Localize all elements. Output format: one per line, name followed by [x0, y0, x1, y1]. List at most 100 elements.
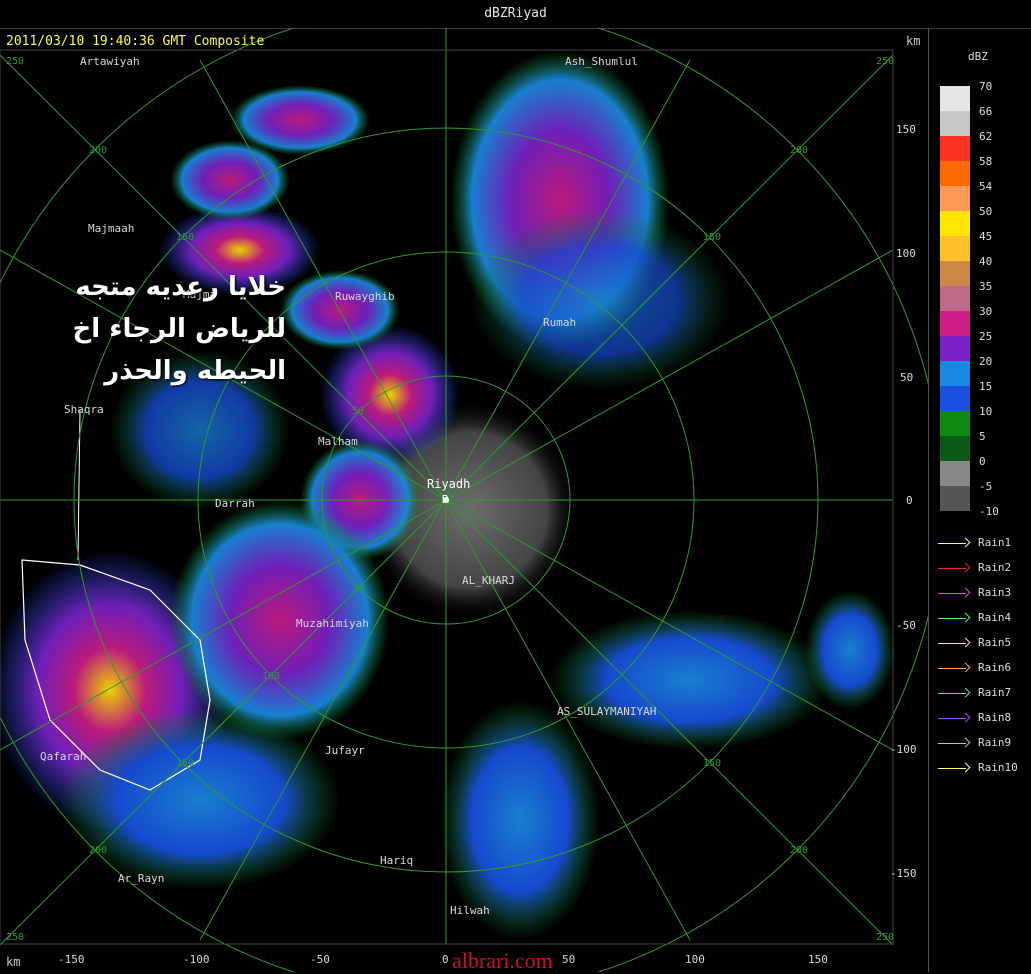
x-tick: -50 [310, 953, 330, 966]
ring-label-100: 100 [262, 671, 281, 682]
rain-legend-label: Rain4 [978, 611, 1012, 624]
corner-range-sw: 250 [6, 932, 25, 943]
ring-label-50b: 50 [353, 584, 366, 595]
rain-track-legend: Rain1 Rain2 Rain3 Rain4 Rain5 Rain6 Rain7 Rain8… [938, 530, 1018, 780]
rain-legend-item[interactable]: Rain2 [938, 555, 1018, 580]
dbz-scale-label: 62 [979, 130, 993, 143]
dbz-swatch-58 [940, 161, 970, 186]
y-tick: 50 [900, 371, 914, 384]
place-malham[interactable]: Malham [318, 435, 358, 448]
dbz-scale-label: 30 [979, 305, 993, 318]
dbz-swatch-25 [940, 336, 970, 361]
dbz-scale-label: -5 [979, 480, 993, 493]
dbz-swatch-54 [940, 186, 970, 211]
dbz-scale-label: 58 [979, 155, 993, 168]
km-unit-bottom: km [6, 955, 21, 969]
arrow-right-icon [938, 712, 972, 724]
dbz-swatch-15 [940, 386, 970, 411]
dbz-scale-label: 54 [979, 180, 993, 193]
place-ruwayghib[interactable]: Ruwayghib [335, 290, 395, 303]
dbz-scale-label: 20 [979, 355, 993, 368]
dbz-scale-label: 10 [979, 405, 993, 418]
ring-label-200c: 200 [89, 845, 108, 856]
x-tick: 150 [808, 953, 828, 966]
watermark: albrari.com [452, 948, 553, 973]
corner-range-nw: 250 [6, 56, 25, 67]
place-riyadh[interactable]: Riyadh [427, 477, 470, 491]
annotation-line: للرياض الرجاء اخ [72, 314, 286, 344]
ring-label-200b: 200 [790, 145, 809, 156]
rain-legend-label: Rain1 [978, 536, 1012, 549]
dbz-scale-label: 66 [979, 105, 993, 118]
radar-map[interactable] [0, 28, 928, 972]
panel-divider [928, 28, 929, 972]
rain-legend-item[interactable]: Rain6 [938, 655, 1018, 680]
dbz-scale-label: 5 [979, 430, 986, 443]
dbz-scale-labels: 70 66 62 58 54 50 45 40 35 30 25 20 15 10 5 0 -5 -10 [979, 80, 999, 530]
place-jufayr[interactable]: Jufayr [325, 744, 365, 757]
dbz-scale-label: 45 [979, 230, 993, 243]
y-tick: 150 [896, 123, 916, 136]
place-ar-rayn[interactable]: Ar_Rayn [118, 872, 164, 885]
arrow-right-icon [938, 737, 972, 749]
place-majmaah[interactable]: Majmaah [88, 222, 134, 235]
dbz-scale-label: 40 [979, 255, 993, 268]
rain-legend-item[interactable]: Rain7 [938, 680, 1018, 705]
dbz-swatch-30 [940, 311, 970, 336]
km-unit-top: km [906, 34, 921, 48]
place-hilwah[interactable]: Hilwah [450, 904, 490, 917]
rain-legend-item[interactable]: Rain5 [938, 630, 1018, 655]
arrow-right-icon [938, 762, 972, 774]
arrow-right-icon [938, 562, 972, 574]
place-artawiyah[interactable]: Artawiyah [80, 55, 140, 68]
x-tick: 100 [685, 953, 705, 966]
place-qafarah[interactable]: Qafarah [40, 750, 86, 763]
dbz-scale-label: 50 [979, 205, 993, 218]
rain-legend-item[interactable]: Rain8 [938, 705, 1018, 730]
rain-legend-label: Rain7 [978, 686, 1012, 699]
rain-legend-item[interactable]: Rain10 [938, 755, 1018, 780]
ring-label-150c: 150 [703, 232, 722, 243]
rain-legend-item[interactable]: Rain4 [938, 605, 1018, 630]
dbz-swatch-62 [940, 136, 970, 161]
ring-label-150b: 150 [176, 232, 195, 243]
ring-label-150: 150 [176, 758, 195, 769]
dbz-swatch-50 [940, 211, 970, 236]
corner-range-se: 250 [876, 932, 895, 943]
dbz-swatch-70 [940, 86, 970, 111]
y-tick: -100 [890, 743, 917, 756]
x-tick: 0 [442, 953, 449, 966]
y-tick: 100 [896, 247, 916, 260]
arrow-right-icon [938, 537, 972, 549]
rain-legend-item[interactable]: Rain9 [938, 730, 1018, 755]
place-darrah[interactable]: Darrah [215, 497, 255, 510]
place-hariq[interactable]: Hariq [380, 854, 413, 867]
y-tick: -150 [890, 867, 917, 880]
place-ash-shumlul[interactable]: Ash_Shumlul [565, 55, 638, 68]
dbz-swatch-10 [940, 411, 970, 436]
dbz-swatch-20 [940, 361, 970, 386]
dbz-scale-label: 70 [979, 80, 993, 93]
ring-label-50: 50 [352, 406, 365, 417]
rain-legend-item[interactable]: Rain3 [938, 580, 1018, 605]
window-title: dBZRiyad [484, 6, 547, 21]
x-tick: -100 [183, 953, 210, 966]
place-al-kharj[interactable]: AL_KHARJ [462, 574, 515, 587]
dbz-scale-label: 35 [979, 280, 993, 293]
rain-legend-label: Rain5 [978, 636, 1012, 649]
rain-legend-label: Rain6 [978, 661, 1012, 674]
dbz-scale-label: -10 [979, 505, 999, 518]
ring-label-200d: 200 [790, 845, 809, 856]
place-muzahimiyah[interactable]: Muzahimiyah [296, 617, 369, 630]
dbz-swatch--5 [940, 486, 970, 511]
place-as-sulaymaniyah[interactable]: AS_SULAYMANIYAH [557, 705, 656, 718]
dbz-swatch-40 [940, 261, 970, 286]
rain-legend-item[interactable]: Rain1 [938, 530, 1018, 555]
dbz-scale-label: 25 [979, 330, 993, 343]
dbz-swatch-35 [940, 286, 970, 311]
dbz-scale-label: 15 [979, 380, 993, 393]
place-shaqra[interactable]: Shaqra [64, 403, 104, 416]
radar-site-label: R [442, 493, 449, 506]
place-rumah[interactable]: Rumah [543, 316, 576, 329]
rain-legend-label: Rain8 [978, 711, 1012, 724]
